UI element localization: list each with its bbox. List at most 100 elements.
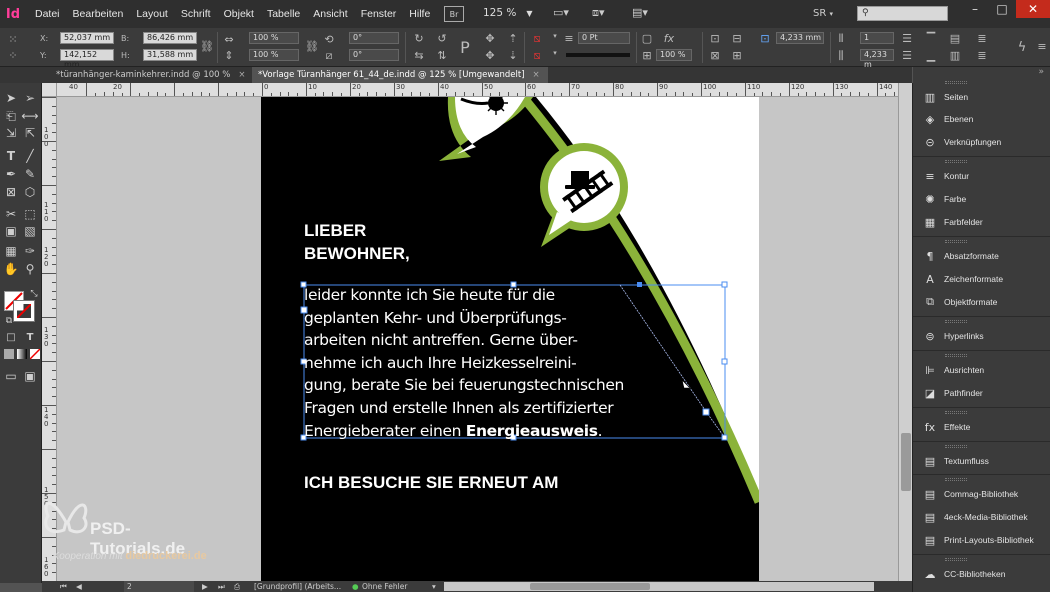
- menu-hilfe[interactable]: Hilfe: [409, 8, 430, 20]
- panel-objektformate[interactable]: ⧉ Objektformate: [913, 291, 1050, 313]
- arrange-documents-button[interactable]: ▤▾: [632, 6, 662, 22]
- greeting-heading[interactable]: LIEBER BEWOHNER,: [304, 219, 410, 265]
- menu-objekt[interactable]: Objekt: [224, 8, 254, 20]
- apply-gradient-icon[interactable]: [17, 349, 27, 359]
- horizontal-ruler[interactable]: 40 20 0 10 20 30 40 50 60 70 80 90 100 110 120 130 140: [57, 83, 898, 97]
- flip-horizontal-icon[interactable]: ⇆: [412, 49, 426, 62]
- gradient-swatch-tool-icon[interactable]: ▣: [3, 223, 19, 239]
- opacity-field[interactable]: 100 %: [656, 49, 692, 61]
- close-icon[interactable]: ×: [238, 70, 245, 80]
- lightning-icon[interactable]: ϟ: [1015, 40, 1029, 55]
- panel-group-grip[interactable]: [945, 411, 967, 414]
- page-nav-next-icon[interactable]: ▶: [202, 581, 208, 592]
- wrap-none-icon[interactable]: ≣: [975, 32, 989, 45]
- gap-tool-icon[interactable]: ⟷: [21, 108, 38, 124]
- page-nav-last-icon[interactable]: ⏭: [218, 581, 225, 592]
- width-field[interactable]: 86,426 mm: [143, 32, 197, 44]
- panel-ebenen[interactable]: ◈ Ebenen: [913, 108, 1050, 130]
- scale-y-field[interactable]: 100 %: [249, 49, 299, 61]
- page-tool-icon[interactable]: ⎗: [3, 108, 19, 124]
- page-number-field[interactable]: 2: [124, 581, 194, 592]
- panel-group-grip[interactable]: [945, 445, 967, 448]
- height-field[interactable]: 31,588 mm: [143, 49, 197, 61]
- rotate-cw-icon[interactable]: ↻: [412, 32, 426, 45]
- x-position-field[interactable]: 52,037 mm: [60, 32, 114, 44]
- panel-verknüpfungen[interactable]: ⊝ Verknüpfungen: [913, 131, 1050, 153]
- type-tool-icon[interactable]: T: [3, 148, 19, 164]
- gutter-field[interactable]: 4,233 m: [860, 49, 894, 69]
- panel-absatzformate[interactable]: ¶ Absatzformate: [913, 245, 1050, 267]
- panel-farbe[interactable]: ✺ Farbe: [913, 188, 1050, 210]
- select-next-icon[interactable]: ⇣: [506, 49, 520, 62]
- collapse-panels-icon[interactable]: »: [1038, 67, 1044, 77]
- apply-none-icon[interactable]: [29, 348, 41, 360]
- select-previous-icon[interactable]: ⇡: [506, 32, 520, 45]
- scale-x-field[interactable]: 100 %: [249, 32, 299, 44]
- preflight-profile[interactable]: [Grundprofil] (Arbeits...: [254, 581, 350, 592]
- workspace-switcher[interactable]: SR ▾: [813, 8, 833, 19]
- fit-frame-content-icon[interactable]: ⊟: [730, 32, 744, 45]
- swap-fill-stroke-icon[interactable]: ⤡: [26, 286, 42, 302]
- menu-schrift[interactable]: Schrift: [181, 8, 211, 20]
- text-align-icon[interactable]: ▤: [948, 32, 962, 45]
- shear-field[interactable]: 0°: [349, 49, 399, 61]
- tab-vorlage[interactable]: *Vorlage Türanhänger 61_44_de.indd @ 125…: [252, 67, 548, 83]
- menu-fenster[interactable]: Fenster: [361, 8, 397, 20]
- page-nav-first-icon[interactable]: ⏮: [60, 581, 67, 592]
- panel-group-grip[interactable]: [945, 81, 967, 84]
- note-tool-icon[interactable]: ▧: [22, 223, 38, 239]
- menu-layout[interactable]: Layout: [136, 8, 168, 20]
- rectangle-frame-tool-icon[interactable]: ⊠: [3, 184, 19, 200]
- footer-heading[interactable]: ICH BESUCHE SIE ERNEUT AM: [304, 471, 558, 494]
- panel-cc-bibliotheken[interactable]: ☁ CC-Bibliotheken: [913, 563, 1050, 585]
- panel-group-grip[interactable]: [945, 558, 967, 561]
- bridge-button[interactable]: Br: [444, 6, 464, 22]
- screen-mode-button[interactable]: ⧈▾: [592, 6, 622, 22]
- formatting-container-icon[interactable]: □: [3, 329, 19, 345]
- default-fill-stroke-icon[interactable]: ⧉: [1, 313, 17, 329]
- preflight-menu-icon[interactable]: ▾: [432, 581, 436, 592]
- zoom-tool-icon[interactable]: ⚲: [22, 261, 38, 277]
- wrap-box-icon[interactable]: ≣: [975, 49, 989, 62]
- content-placer-icon[interactable]: ⇱: [22, 125, 38, 141]
- menu-datei[interactable]: Datei: [35, 8, 60, 20]
- ruler-origin[interactable]: [42, 83, 57, 97]
- stroke-type-swatch[interactable]: [566, 53, 630, 57]
- panel-ausrichten[interactable]: ⊫ Ausrichten: [913, 359, 1050, 381]
- tab-kaminkehrer[interactable]: *türanhänger-kaminkehrer.indd @ 100 % ×: [50, 67, 250, 83]
- polygon-tool-icon[interactable]: ⬡: [22, 184, 38, 200]
- y-position-field[interactable]: 142,152 mm: [60, 49, 114, 69]
- content-collector-icon[interactable]: ⇲: [3, 125, 19, 141]
- menu-bearbeiten[interactable]: Bearbeiten: [73, 8, 124, 20]
- panel-seiten[interactable]: ▥ Seiten: [913, 86, 1050, 108]
- apply-color-icon[interactable]: [4, 349, 14, 359]
- scissors-tool-icon[interactable]: ✂: [3, 206, 19, 222]
- open-page-icon[interactable]: ⎙: [234, 581, 240, 592]
- view-options-button[interactable]: ▭▾: [553, 6, 583, 22]
- maximize-button[interactable]: □: [989, 0, 1015, 18]
- free-transform-tool-icon[interactable]: ⬚: [22, 206, 38, 222]
- panel-zeichenformate[interactable]: A Zeichenformate: [913, 268, 1050, 290]
- normal-view-icon[interactable]: ▭: [3, 368, 19, 384]
- color-theme-tool-icon[interactable]: ▦: [3, 243, 19, 259]
- stroke-weight-field[interactable]: 0 Pt: [578, 32, 630, 44]
- panel-4eck-media-bibliothek[interactable]: ▤ 4eck-Media-Bibliothek: [913, 506, 1050, 528]
- vertical-bottom-icon[interactable]: ▁: [924, 49, 938, 62]
- selection-tool-icon[interactable]: ➤: [3, 90, 19, 106]
- rotate-ccw-icon[interactable]: ↺: [435, 32, 449, 45]
- panel-farbfelder[interactable]: ▦ Farbfelder: [913, 211, 1050, 233]
- fit-content-frame-icon[interactable]: ⊡: [708, 32, 722, 45]
- panel-group-grip[interactable]: [945, 478, 967, 481]
- menu-tabelle[interactable]: Tabelle: [267, 8, 300, 20]
- panel-effekte[interactable]: fx Effekte: [913, 416, 1050, 438]
- close-window-button[interactable]: ✕: [1016, 0, 1050, 18]
- panel-print-layouts-bibliothek[interactable]: ▤ Print-Layouts-Bibliothek: [913, 529, 1050, 551]
- menu-ansicht[interactable]: Ansicht: [313, 8, 347, 20]
- preflight-status[interactable]: Ohne Fehler: [362, 581, 407, 592]
- line-tool-icon[interactable]: ╱: [22, 148, 38, 164]
- text-frame-icon[interactable]: P: [458, 38, 472, 57]
- panel-group-grip[interactable]: [945, 160, 967, 163]
- minimize-button[interactable]: –: [962, 0, 988, 18]
- close-icon[interactable]: ×: [533, 70, 540, 80]
- auto-fit-icon[interactable]: ⊡: [758, 32, 772, 45]
